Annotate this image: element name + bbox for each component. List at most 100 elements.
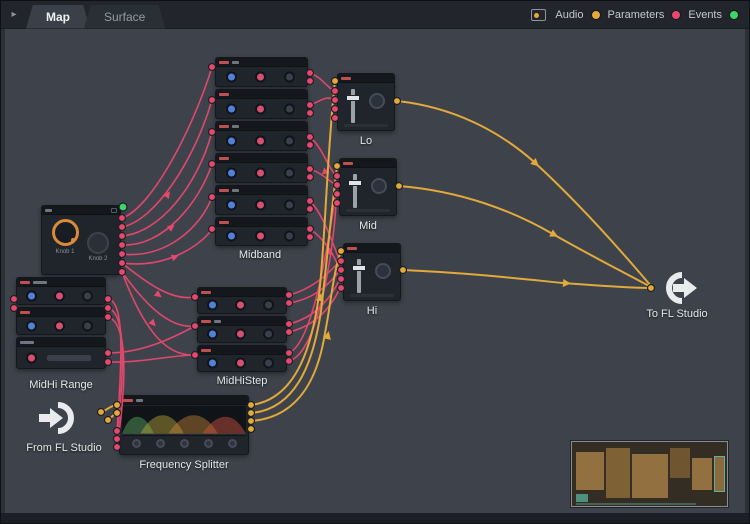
frequency-splitter-module[interactable] [119, 395, 249, 455]
to-fl-studio-node[interactable] [655, 267, 699, 309]
param-knob-blue[interactable] [226, 103, 237, 114]
mini-knob[interactable] [369, 93, 385, 109]
midband-strip[interactable] [215, 217, 308, 246]
module-header [198, 288, 286, 297]
midhistep-strip[interactable] [197, 316, 287, 343]
splitter-knob[interactable] [131, 439, 141, 448]
module-footer [346, 209, 390, 212]
legend-events-toggle[interactable] [729, 9, 739, 20]
header-mark [343, 161, 353, 165]
midhistep-label: MidHiStep [216, 375, 268, 387]
mini-knob[interactable] [371, 178, 387, 194]
module-body [216, 99, 307, 118]
midband-strip[interactable] [215, 57, 308, 87]
param-knob-blue[interactable] [26, 320, 37, 331]
lo-band-module[interactable] [337, 73, 395, 131]
header-mark [219, 124, 229, 128]
midband-strip[interactable] [215, 89, 308, 119]
knob-1-control[interactable] [52, 219, 79, 246]
tab-map[interactable]: Map [26, 5, 90, 29]
param-knob-pink[interactable] [54, 290, 65, 301]
splitter-knob[interactable] [179, 439, 189, 448]
header-mark [232, 60, 239, 64]
param-knob-pink[interactable] [235, 299, 246, 311]
param-knob-blue[interactable] [207, 299, 218, 311]
midband-strip[interactable] [215, 153, 308, 183]
module-body [17, 287, 105, 304]
splitter-knob[interactable] [203, 439, 213, 448]
splitter-knob[interactable] [155, 439, 165, 448]
param-knob-pink[interactable] [26, 352, 37, 363]
mini-slider[interactable] [47, 354, 91, 361]
param-knob-pink[interactable] [255, 135, 266, 146]
param-knob-dark[interactable] [284, 135, 295, 146]
legend-parameters-label: Parameters [607, 8, 665, 21]
tab-surface[interactable]: Surface [84, 5, 165, 29]
param-knob-dark[interactable] [263, 299, 274, 311]
knob-indicator [71, 238, 75, 242]
param-knob-pink[interactable] [255, 230, 266, 242]
mid-label: Mid [359, 220, 377, 232]
module-legend-icon [531, 8, 547, 21]
midband-strip[interactable] [215, 121, 308, 151]
param-knob-blue[interactable] [207, 357, 218, 369]
tab-scroll-arrow-icon[interactable]: ▸ [4, 4, 24, 26]
midhistep-strip[interactable] [197, 287, 287, 314]
param-knob-dark[interactable] [284, 71, 295, 82]
param-knob-blue[interactable] [226, 71, 237, 82]
header-mark [219, 92, 229, 96]
minimap[interactable] [571, 441, 728, 507]
lo-label: Lo [359, 135, 373, 147]
param-knob-blue[interactable] [26, 290, 37, 301]
knob-2-label: Knob 2 [88, 256, 108, 262]
param-knob-blue[interactable] [226, 199, 237, 210]
fader-handle[interactable] [346, 95, 360, 101]
param-knob-blue[interactable] [226, 230, 237, 242]
module-options-icon[interactable] [111, 208, 117, 213]
param-knob-dark[interactable] [284, 167, 295, 178]
module-body [216, 227, 307, 245]
param-knob-dark[interactable] [82, 290, 93, 301]
legend-audio-toggle[interactable] [590, 9, 601, 20]
module-header [216, 58, 307, 67]
midhi-range-strip[interactable] [16, 277, 106, 305]
param-knob-pink[interactable] [235, 357, 246, 369]
hi-label: Hi [366, 305, 378, 317]
param-knob-dark[interactable] [82, 320, 93, 331]
midhi-range-strip[interactable] [16, 307, 106, 335]
param-knob-pink[interactable] [255, 167, 266, 178]
param-knob-pink[interactable] [235, 328, 246, 340]
minimap-block [670, 448, 690, 478]
midhistep-strip[interactable] [197, 345, 287, 372]
param-knob-dark[interactable] [284, 199, 295, 210]
param-knob-pink[interactable] [255, 71, 266, 82]
fader-handle[interactable] [348, 180, 362, 186]
param-knob-blue[interactable] [226, 167, 237, 178]
header-mark [232, 188, 239, 192]
param-knob-dark[interactable] [284, 230, 295, 242]
fader-handle[interactable] [352, 265, 366, 271]
midband-strip[interactable] [215, 185, 308, 215]
param-knob-blue[interactable] [226, 135, 237, 146]
knob-2-control[interactable] [87, 232, 109, 254]
header-mark [232, 124, 239, 128]
midhi-range-label: MidHi Range [29, 379, 93, 391]
param-knob-pink[interactable] [255, 199, 266, 210]
param-knob-dark[interactable] [284, 103, 295, 114]
splitter-knob[interactable] [227, 439, 237, 448]
legend-parameters-toggle[interactable] [671, 9, 682, 20]
header-mark [219, 156, 229, 160]
param-knob-dark[interactable] [263, 357, 274, 369]
midhi-range-strip[interactable] [16, 337, 106, 369]
hi-band-module[interactable] [343, 243, 401, 301]
module-footer [344, 124, 388, 127]
param-knob-pink[interactable] [255, 103, 266, 114]
knob-controller-module[interactable]: Knob 1 Knob 2 [41, 205, 121, 275]
param-knob-pink[interactable] [54, 320, 65, 331]
mid-band-module[interactable] [339, 158, 397, 216]
minimap-block [632, 454, 668, 498]
param-knob-dark[interactable] [263, 328, 274, 340]
from-fl-studio-node[interactable] [37, 397, 81, 439]
param-knob-blue[interactable] [207, 328, 218, 340]
mini-knob[interactable] [375, 263, 391, 279]
